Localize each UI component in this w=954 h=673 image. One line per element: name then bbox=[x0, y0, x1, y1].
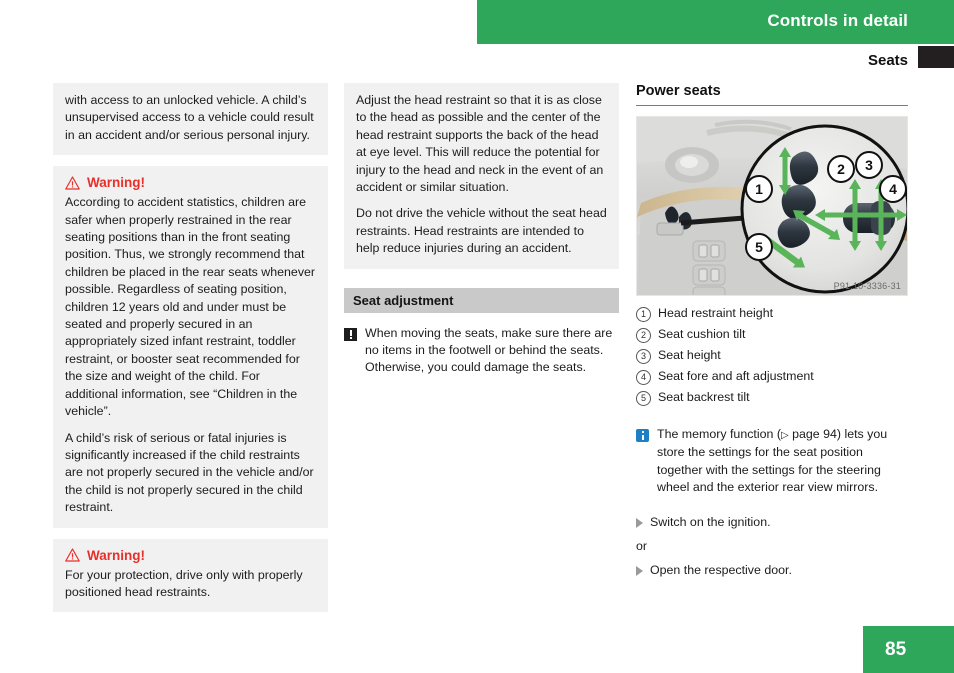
text-column-2: Adjust the head restraint so that it is … bbox=[344, 83, 619, 377]
warning-paragraph: According to accident statistics, childr… bbox=[65, 195, 316, 419]
subsection-heading-seat-adjustment: Seat adjustment bbox=[344, 287, 619, 313]
page-number-box: 85 bbox=[863, 626, 954, 673]
note-paragraph: Adjust the head restraint so that it is … bbox=[356, 93, 604, 195]
warning-paragraph: A child’s risk of serious or fatal injur… bbox=[65, 430, 314, 515]
action-step-text: Open the respective door. bbox=[650, 562, 792, 577]
legend-item: 5 Seat backrest tilt bbox=[636, 389, 908, 406]
legend-item: 4 Seat fore and aft adjustment bbox=[636, 368, 908, 385]
legend-item: 2 Seat cushion tilt bbox=[636, 326, 908, 343]
page-reference-link[interactable]: page 94 bbox=[789, 427, 837, 441]
action-step-text: Switch on the ignition. bbox=[650, 514, 771, 529]
head-restraint-note: Adjust the head restraint so that it is … bbox=[344, 83, 619, 269]
warning-block-children: Warning! According to accident statistic… bbox=[53, 166, 328, 528]
legend-item: 1 Head restraint height bbox=[636, 305, 908, 322]
page-number: 85 bbox=[885, 639, 907, 660]
caution-exclamation-icon bbox=[344, 327, 357, 341]
step-triangle-bullet-icon bbox=[636, 565, 643, 576]
heading-rule bbox=[636, 105, 908, 106]
callout-4: 4 bbox=[889, 181, 897, 197]
step-triangle-bullet-icon bbox=[636, 517, 643, 528]
text-column-3: Power seats 1 5 2 3 4 P91.10-3336-31 1 H… bbox=[636, 83, 908, 585]
warning-paragraph: For your protection, drive only with pro… bbox=[65, 567, 303, 599]
page-edge-tab-marker bbox=[918, 46, 954, 68]
warning-triangle-icon bbox=[65, 176, 80, 190]
memory-buttons-group bbox=[692, 240, 726, 295]
legend-number: 5 bbox=[636, 391, 651, 406]
door-panel-illustration: 1 5 2 3 4 bbox=[637, 117, 907, 295]
legend-label: Seat backrest tilt bbox=[658, 390, 750, 404]
section-title: Seats bbox=[867, 52, 908, 69]
callout-1: 1 bbox=[755, 181, 763, 197]
legend-item: 3 Seat height bbox=[636, 347, 908, 364]
info-icon bbox=[636, 429, 649, 442]
figure-legend: 1 Head restraint height 2 Seat cushion t… bbox=[636, 305, 908, 406]
action-step: Switch on the ignition. bbox=[636, 513, 908, 531]
warning-heading: Warning! bbox=[65, 175, 316, 190]
warning-heading: Warning! bbox=[65, 548, 316, 563]
power-seat-controls-figure: 1 5 2 3 4 P91.10-3336-31 bbox=[636, 116, 908, 296]
warning-label: Warning! bbox=[87, 547, 145, 563]
warning-block-head-restraints: Warning! For your protection, drive only… bbox=[53, 538, 328, 613]
callout-3: 3 bbox=[865, 157, 873, 173]
legend-label: Seat cushion tilt bbox=[658, 327, 746, 341]
legend-number: 1 bbox=[636, 307, 651, 322]
step-alternative-connector: or bbox=[636, 538, 648, 553]
heading-power-seats: Power seats bbox=[636, 83, 721, 99]
continued-warning-note: with access to an unlocked vehicle. A ch… bbox=[53, 83, 328, 156]
caution-text: When moving the seats, make sure there a… bbox=[365, 325, 613, 375]
warning-triangle-icon bbox=[65, 548, 80, 562]
magnified-switch-seat-cushion bbox=[843, 201, 895, 235]
legend-number: 3 bbox=[636, 349, 651, 364]
action-step: Open the respective door. bbox=[636, 561, 908, 579]
legend-label: Seat fore and aft adjustment bbox=[658, 369, 814, 383]
chapter-title: Controls in detail bbox=[767, 11, 908, 30]
page-ref-arrow-icon: ▷ bbox=[780, 430, 789, 441]
action-steps-list: Switch on the ignition. or Open the resp… bbox=[636, 513, 908, 579]
callout-5: 5 bbox=[755, 239, 763, 255]
callout-2: 2 bbox=[837, 161, 845, 177]
info-note-text: The memory function (▷ page 94) lets you… bbox=[657, 426, 908, 497]
figure-caption: P91.10-3336-31 bbox=[833, 281, 901, 291]
note-paragraph: Do not drive the vehicle without the sea… bbox=[356, 206, 607, 256]
legend-number: 4 bbox=[636, 370, 651, 385]
warning-label: Warning! bbox=[87, 175, 145, 191]
info-note-memory-function: The memory function (▷ page 94) lets you… bbox=[636, 426, 908, 497]
legend-label: Head restraint height bbox=[658, 306, 774, 320]
note-paragraph: with access to an unlocked vehicle. A ch… bbox=[65, 93, 314, 142]
legend-number: 2 bbox=[636, 328, 651, 343]
text-column-1: with access to an unlocked vehicle. A ch… bbox=[53, 83, 328, 623]
info-text-before-ref: The memory function ( bbox=[657, 427, 781, 441]
caution-note: When moving the seats, make sure there a… bbox=[344, 325, 619, 377]
legend-label: Seat height bbox=[658, 348, 721, 362]
